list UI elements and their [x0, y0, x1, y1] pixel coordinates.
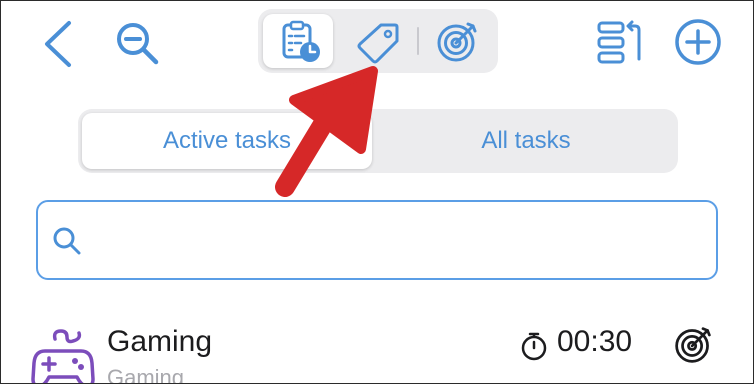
tag-icon[interactable]	[357, 20, 401, 64]
tab-active-tasks-label[interactable]: Active tasks	[82, 109, 372, 173]
search-field[interactable]	[36, 200, 718, 280]
task-title: Gaming	[107, 325, 213, 358]
view-mode-switcher	[258, 9, 498, 73]
task-target-icon[interactable]	[673, 325, 713, 365]
target-icon[interactable]	[435, 20, 479, 64]
task-time: 00:30	[557, 325, 633, 358]
app-window: Active tasks All tasks Gaming Gaming 00:…	[0, 0, 754, 384]
tab-all-tasks[interactable]: All tasks	[378, 109, 674, 173]
zoom-out-icon[interactable]	[113, 19, 161, 67]
mode-button-tasks[interactable]	[263, 14, 333, 68]
reorder-icon[interactable]	[595, 17, 647, 69]
back-chevron-icon[interactable]	[39, 19, 79, 69]
gamepad-icon	[31, 325, 95, 383]
search-input[interactable]	[98, 216, 702, 266]
task-category: Gaming	[107, 365, 185, 384]
clipboard-clock-icon	[279, 20, 323, 64]
search-icon	[52, 226, 82, 256]
task-filter-segmented-control: Active tasks All tasks	[78, 109, 678, 173]
add-circle-icon[interactable]	[673, 17, 723, 67]
stopwatch-icon	[519, 331, 549, 361]
mode-divider	[417, 27, 419, 55]
